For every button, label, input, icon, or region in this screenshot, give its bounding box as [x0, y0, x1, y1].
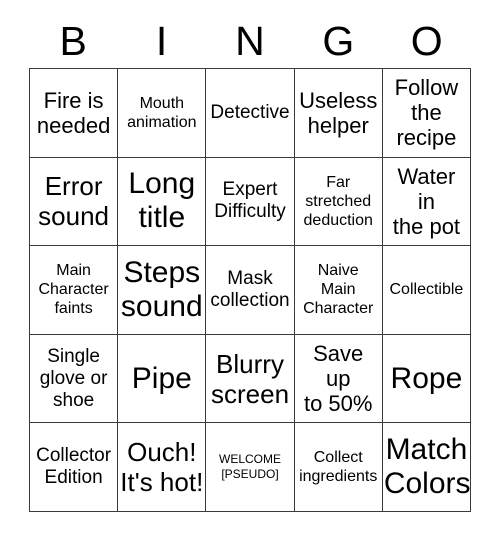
bingo-cell[interactable]: Useless helper: [294, 69, 383, 158]
bingo-cell-label: Long title: [128, 167, 196, 235]
bingo-card: B I N G O Fire is needed Mouth animation…: [0, 0, 500, 544]
bingo-cell[interactable]: Blurry screen: [206, 334, 295, 424]
bingo-cell-label: Match Colors: [383, 433, 471, 501]
bingo-cell-label: Mask collection: [210, 267, 290, 311]
bingo-row: Collector Edition Ouch! It's hot! WELCOM…: [30, 423, 472, 512]
bingo-cell[interactable]: Rope: [382, 334, 472, 424]
bingo-cell-label: Rope: [390, 361, 463, 395]
bingo-cell[interactable]: Water in the pot: [382, 157, 472, 247]
bingo-header-letter-g: G: [322, 18, 355, 64]
bingo-cell-label: Follow the recipe: [394, 75, 459, 151]
bingo-cell[interactable]: Mask collection: [206, 246, 295, 335]
bingo-cell[interactable]: Collectible: [382, 246, 472, 335]
bingo-row: Error sound Long title Expert Difficulty…: [30, 157, 472, 247]
bingo-cell[interactable]: Fire is needed: [30, 69, 119, 158]
bingo-cell-label: Collector Edition: [36, 445, 112, 489]
bingo-cell-label: Main Character faints: [38, 262, 109, 318]
bingo-cell-label: Expert Difficulty: [214, 179, 286, 223]
bingo-cell[interactable]: Ouch! It's hot!: [118, 423, 207, 512]
bingo-cell[interactable]: Mouth animation: [118, 69, 207, 158]
bingo-cell[interactable]: Single glove or shoe: [30, 334, 119, 424]
bingo-cell-label: Far stretched deduction: [303, 173, 373, 229]
bingo-header-letter-b: B: [59, 18, 87, 64]
bingo-cell-label: Mouth animation: [127, 94, 197, 131]
bingo-cell-label: Detective: [210, 101, 290, 123]
bingo-cell-label: Collect ingredients: [299, 449, 378, 486]
bingo-cell-label: Single glove or shoe: [39, 345, 108, 411]
bingo-row: Fire is needed Mouth animation Detective…: [30, 69, 472, 158]
bingo-grid: Fire is needed Mouth animation Detective…: [29, 68, 472, 512]
bingo-cell[interactable]: Expert Difficulty: [206, 157, 295, 247]
bingo-cell-label: Naive Main Character: [303, 262, 374, 318]
bingo-cell[interactable]: Far stretched deduction: [294, 157, 383, 247]
bingo-cell[interactable]: Follow the recipe: [382, 69, 472, 158]
bingo-cell[interactable]: WELCOME [PSEUDO]: [206, 423, 295, 512]
bingo-cell[interactable]: Long title: [118, 157, 207, 247]
bingo-cell[interactable]: Steps sound: [118, 246, 207, 335]
bingo-header-letter-o: O: [410, 18, 443, 64]
bingo-cell-label: Steps sound: [120, 255, 203, 323]
bingo-cell-label: Save up to 50%: [303, 341, 373, 417]
bingo-cell-label: Fire is needed: [36, 87, 111, 138]
bingo-cell[interactable]: Match Colors: [382, 423, 472, 512]
bingo-cell[interactable]: Pipe: [118, 334, 207, 424]
bingo-cell[interactable]: Naive Main Character: [294, 246, 383, 335]
bingo-cell-label: Collectible: [389, 281, 464, 299]
bingo-cell[interactable]: Detective: [206, 69, 295, 158]
bingo-cell-label: Water in the pot: [392, 163, 461, 239]
bingo-cell[interactable]: Collect ingredients: [294, 423, 383, 512]
bingo-cell-label: Pipe: [131, 361, 192, 395]
bingo-cell-label: Ouch! It's hot!: [120, 437, 204, 498]
bingo-header-row: B I N G O: [29, 14, 471, 68]
bingo-header-letter-i: I: [155, 18, 168, 64]
bingo-cell-label: Blurry screen: [210, 348, 290, 409]
bingo-cell[interactable]: Main Character faints: [30, 246, 119, 335]
bingo-cell-label: Useless helper: [299, 87, 378, 138]
bingo-cell-label: Error sound: [38, 171, 110, 232]
bingo-cell-label: WELCOME [PSEUDO]: [219, 452, 282, 482]
bingo-cell[interactable]: Save up to 50%: [294, 334, 383, 424]
bingo-row: Main Character faints Steps sound Mask c…: [30, 246, 472, 335]
bingo-cell[interactable]: Error sound: [30, 157, 119, 247]
bingo-cell[interactable]: Collector Edition: [30, 423, 119, 512]
bingo-header-letter-n: N: [235, 18, 265, 64]
bingo-row: Single glove or shoe Pipe Blurry screen …: [30, 334, 472, 424]
